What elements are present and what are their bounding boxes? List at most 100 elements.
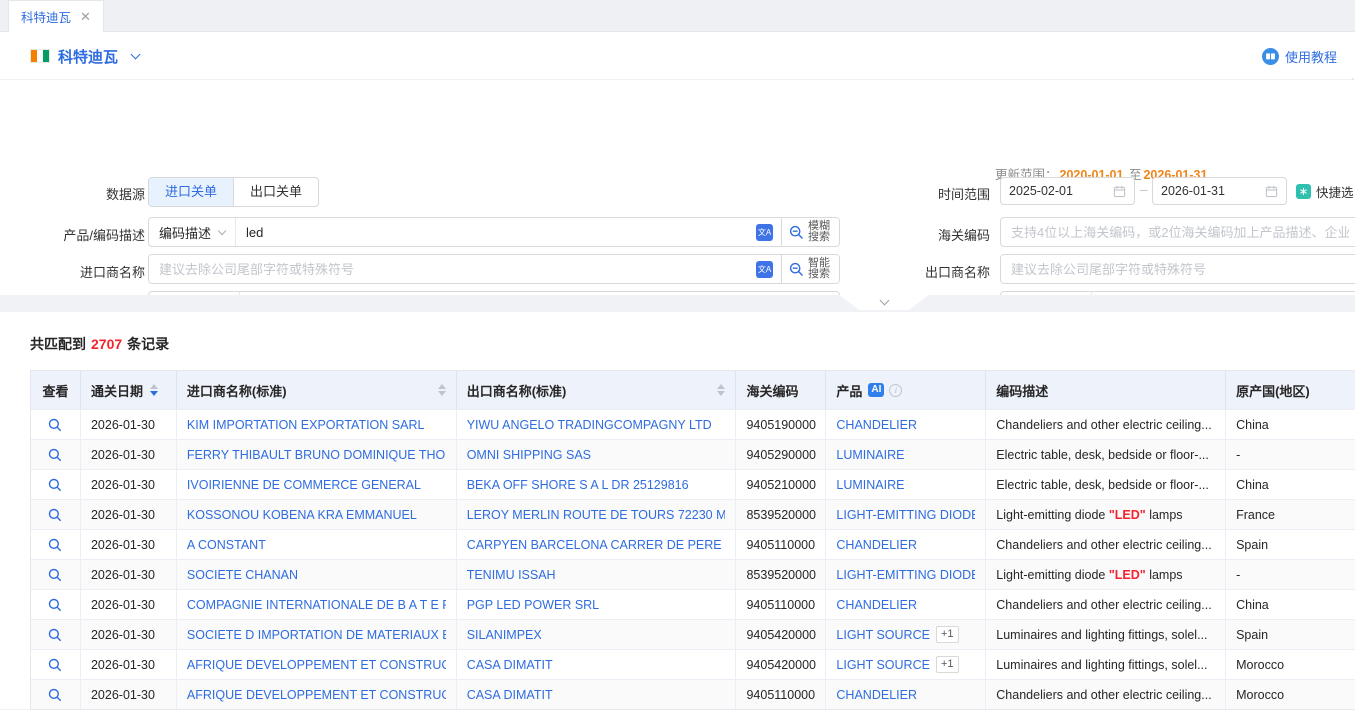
importer-link[interactable]: SOCIETE D IMPORTATION DE MATERIAUX E... — [187, 628, 446, 642]
view-record-button[interactable] — [31, 560, 81, 589]
tutorial-button[interactable]: 使用教程 — [1262, 47, 1337, 66]
quick-select-button[interactable]: 快捷选 — [1296, 182, 1354, 201]
importer-cell: SOCIETE CHANAN — [177, 560, 457, 589]
fuzzy-search-button[interactable]: 模糊搜索 — [781, 218, 839, 246]
col-date[interactable]: 通关日期 — [81, 371, 177, 409]
importer-link[interactable]: IVOIRIENNE DE COMMERCE GENERAL — [187, 478, 421, 492]
view-record-button[interactable] — [31, 470, 81, 499]
hs-code-cell: 8539520000 — [736, 560, 826, 589]
info-icon[interactable]: i — [889, 384, 902, 397]
tab-cote-divoire[interactable]: 科特迪瓦 ✕ — [8, 0, 104, 32]
origin-cell: - — [1226, 560, 1355, 589]
importer-link[interactable]: AFRIQUE DEVELOPPEMENT ET CONSTRUCT... — [187, 688, 446, 702]
more-products-badge[interactable]: +1 — [936, 626, 959, 643]
col-exporter[interactable]: 出口商名称(标准) — [457, 371, 737, 409]
importer-link[interactable]: FERRY THIBAULT BRUNO DOMINIQUE THO... — [187, 448, 446, 462]
view-record-button[interactable] — [31, 440, 81, 469]
product-link[interactable]: LIGHT-EMITTING DIODE — [836, 568, 975, 582]
view-record-button[interactable] — [31, 590, 81, 619]
import-declarations-option[interactable]: 进口关单 — [149, 178, 233, 206]
product-cell: LIGHT SOURCE +1 — [826, 620, 986, 649]
export-declarations-option[interactable]: 出口关单 — [233, 178, 318, 206]
chevron-down-icon[interactable] — [131, 50, 141, 60]
importer-cell: SOCIETE D IMPORTATION DE MATERIAUX E... — [177, 620, 457, 649]
tab-title: 科特迪瓦 — [21, 7, 71, 26]
importer-cell: A CONSTANT — [177, 530, 457, 559]
view-magnifier-icon — [48, 688, 62, 702]
exporter-input[interactable] — [1000, 254, 1355, 284]
exporter-link[interactable]: OMNI SHIPPING SAS — [467, 448, 591, 462]
view-record-button[interactable] — [31, 680, 81, 709]
importer-link[interactable]: A CONSTANT — [187, 538, 266, 552]
col-importer[interactable]: 进口商名称(标准) — [177, 371, 457, 409]
importer-input-group: 文A 智能搜索 — [148, 254, 840, 284]
quick-select-label: 快捷选 — [1316, 182, 1354, 201]
description-cell: Light-emitting diode "LED" lamps — [986, 500, 1226, 529]
product-link[interactable]: CHANDELIER — [836, 538, 917, 552]
sort-icon[interactable] — [438, 384, 446, 396]
view-magnifier-icon — [48, 598, 62, 612]
importer-link[interactable]: SOCIETE CHANAN — [187, 568, 298, 582]
exporter-cell: CARPYEN BARCELONA CARRER DE PERE IV — [457, 530, 737, 559]
product-link[interactable]: LIGHT SOURCE — [836, 628, 930, 642]
product-link[interactable]: LUMINAIRE — [836, 448, 904, 462]
table-row: 2026-01-30 A CONSTANT CARPYEN BARCELONA CA… — [31, 529, 1355, 559]
hs-code-cell: 9405420000 — [736, 620, 826, 649]
product-link[interactable]: LIGHT SOURCE — [836, 658, 930, 672]
importer-cell: KIM IMPORTATION EXPORTATION SARL — [177, 410, 457, 439]
view-record-button[interactable] — [31, 620, 81, 649]
description-cell: Chandeliers and other electric ceiling..… — [986, 680, 1226, 709]
clearance-date-cell: 2026-01-30 — [81, 530, 177, 559]
exporter-link[interactable]: TENIMU ISSAH — [467, 568, 556, 582]
product-link[interactable]: CHANDELIER — [836, 598, 917, 612]
product-mode-value: 编码描述 — [159, 223, 211, 242]
hs-code-label: 海关编码 — [872, 225, 990, 244]
importer-cell: AFRIQUE DEVELOPPEMENT ET CONSTRUCT... — [177, 680, 457, 709]
translate-icon[interactable]: 文A — [756, 224, 773, 241]
view-record-button[interactable] — [31, 500, 81, 529]
description-cell: Electric table, desk, bedside or floor-.… — [986, 440, 1226, 469]
product-link[interactable]: CHANDELIER — [836, 688, 917, 702]
importer-link[interactable]: COMPAGNIE INTERNATIONALE DE B A T E R — [187, 598, 446, 612]
exporter-link[interactable]: CASA DIMATIT — [467, 658, 553, 672]
led-highlight: "LED" — [1109, 508, 1146, 522]
exporter-link[interactable]: CASA DIMATIT — [467, 688, 553, 702]
view-magnifier-icon — [48, 508, 62, 522]
smart-search-button[interactable]: 智能搜索 — [781, 255, 839, 283]
product-cell: LIGHT-EMITTING DIODE — [826, 560, 986, 589]
sort-icon[interactable] — [717, 384, 725, 396]
product-mode-select[interactable]: 编码描述 — [149, 218, 236, 246]
importer-input[interactable] — [149, 255, 756, 283]
exporter-link[interactable]: SILANIMPEX — [467, 628, 542, 642]
sort-icon[interactable] — [150, 384, 158, 396]
product-link[interactable]: CHANDELIER — [836, 418, 917, 432]
view-record-button[interactable] — [31, 530, 81, 559]
exporter-link[interactable]: LEROY MERLIN ROUTE DE TOURS 72230 M — [467, 508, 726, 522]
product-link[interactable]: LIGHT-EMITTING DIODE — [836, 508, 975, 522]
led-highlight: "LED" — [1109, 568, 1146, 582]
date-from-input[interactable]: 2025-02-01 — [1000, 177, 1135, 205]
view-record-button[interactable] — [31, 410, 81, 439]
results-panel: 共匹配到2707条记录 查看 通关日期 进口商名称(标准) 出口商名称(标准) … — [0, 312, 1355, 709]
more-products-badge[interactable]: +1 — [936, 656, 959, 673]
table-row: 2026-01-30SOCIETE D IMPORTATION DE MATER… — [31, 619, 1355, 649]
importer-cell: AFRIQUE DEVELOPPEMENT ET CONSTRUCT... — [177, 650, 457, 679]
importer-link[interactable]: KIM IMPORTATION EXPORTATION SARL — [187, 418, 425, 432]
product-link[interactable]: LUMINAIRE — [836, 478, 904, 492]
product-input[interactable] — [236, 218, 756, 246]
importer-link[interactable]: KOSSONOU KOBENA KRA EMMANUEL — [187, 508, 417, 522]
exporter-link[interactable]: CARPYEN BARCELONA CARRER DE PERE IV — [467, 538, 726, 552]
exporter-link[interactable]: BEKA OFF SHORE S A L DR 25129816 — [467, 478, 689, 492]
clearance-date-cell: 2026-01-30 — [81, 500, 177, 529]
col-description: 编码描述 — [986, 371, 1226, 409]
hs-code-input[interactable] — [1000, 217, 1355, 247]
exporter-link[interactable]: YIWU ANGELO TRADINGCOMPAGNY LTD — [467, 418, 712, 432]
date-to-input[interactable]: 2026-01-31 — [1152, 177, 1287, 205]
translate-icon[interactable]: 文A — [756, 261, 773, 278]
exporter-link[interactable]: PGP LED POWER SRL — [467, 598, 599, 612]
view-record-button[interactable] — [31, 650, 81, 679]
table-row: 2026-01-30FERRY THIBAULT BRUNO DOMINIQUE… — [31, 439, 1355, 469]
exporter-cell: SILANIMPEX — [457, 620, 737, 649]
importer-link[interactable]: AFRIQUE DEVELOPPEMENT ET CONSTRUCT... — [187, 658, 446, 672]
tab-close-icon[interactable]: ✕ — [80, 9, 91, 25]
